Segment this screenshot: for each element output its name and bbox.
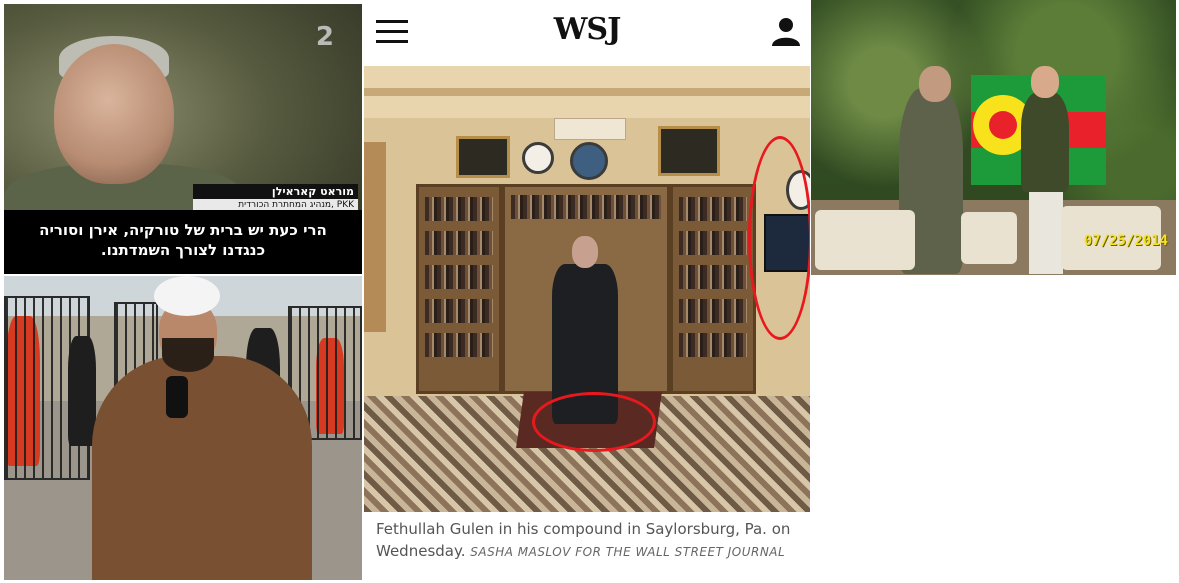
article-photo — [364, 66, 810, 512]
man-head — [919, 66, 951, 102]
standing-man-head — [572, 236, 598, 268]
microphone-icon — [166, 376, 188, 418]
framed-calligraphy-left — [456, 136, 510, 178]
red-highlight-ellipse-rug — [532, 392, 656, 452]
plastic-table — [961, 212, 1017, 264]
plastic-chair-left — [815, 210, 915, 270]
lower-third: מוראט קאראילן PKK ,מנהיג המחתרת הכורדית — [193, 184, 358, 211]
wsj-logo[interactable]: WSJ — [364, 12, 810, 47]
wsj-header: WSJ — [364, 0, 810, 66]
reporter-robe — [92, 356, 312, 580]
woman-legs — [1029, 188, 1063, 274]
red-highlight-ellipse-monitor — [748, 136, 810, 340]
reporter-beard — [162, 338, 214, 372]
reporter-photo — [4, 276, 362, 580]
user-account-icon[interactable] — [772, 16, 800, 46]
garden-photo: 07/25/2014 — [811, 0, 1176, 275]
wall-clock-left — [522, 142, 554, 174]
channel-logo: 2 — [315, 22, 334, 52]
photo-caption: Fethullah Gulen in his compound in Saylo… — [376, 518, 801, 563]
guard-figure-left — [68, 336, 96, 446]
woman-figure — [1021, 92, 1069, 192]
caption-credit: SASHA MASLOV FOR THE WALL STREET JOURNAL — [470, 545, 786, 559]
framed-calligraphy-right — [658, 126, 720, 176]
reporter-turban — [154, 276, 220, 316]
cornice — [364, 88, 810, 96]
woman-head — [1031, 66, 1059, 98]
bookshelf-left — [416, 184, 502, 394]
bookshelf-right — [670, 184, 756, 394]
subtitles: הרי כעת יש ברית של טורקיה, אירן וסוריה כ… — [4, 210, 362, 274]
wsj-article: WSJ Fethullah Gulen in his compound in S… — [364, 0, 810, 583]
decorative-plate — [570, 142, 608, 180]
lower-third-name: מוראט קאראילן — [193, 184, 358, 199]
tv-subject-face — [54, 44, 174, 184]
air-vent — [554, 118, 626, 140]
doorframe — [364, 142, 386, 332]
subtitle-line-2: כנגדנו לצורך השמדתנו. — [100, 241, 266, 259]
tv-news-frame: 2 מוראט קאראילן PKK ,מנהיג המחתרת הכורדי… — [4, 4, 362, 274]
date-stamp: 07/25/2014 — [1083, 233, 1168, 249]
subtitle-line-1: הרי כעת יש ברית של טורקיה, אירן וסוריה — [39, 221, 327, 239]
